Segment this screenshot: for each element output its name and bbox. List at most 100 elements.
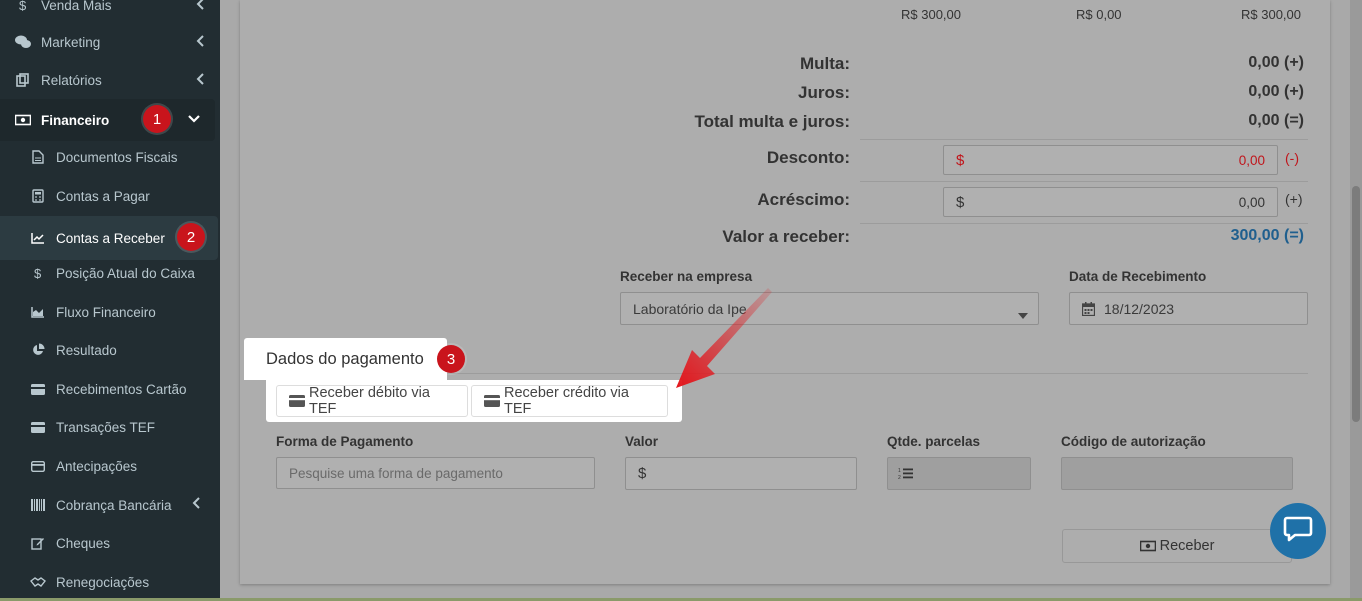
divider [860, 139, 1308, 140]
valor-a-receber-value: 300,00 (=) [1230, 227, 1304, 244]
forma-pagamento-input[interactable]: Pesquise uma forma de pagamento [276, 457, 595, 489]
data-recebimento-input[interactable]: 18/12/2023 [1069, 292, 1308, 325]
parcelas-input[interactable]: 12 [887, 457, 1031, 490]
acrescimo-value: 0,00 [1238, 195, 1265, 210]
sidebar-item-label: Contas a Receber [56, 230, 165, 246]
step-badge-2: 2 [177, 223, 205, 251]
sidebar-item-recebimentos-cartao[interactable]: Recebimentos Cartão [0, 370, 220, 408]
data-recebimento-label: Data de Recebimento [1069, 269, 1207, 284]
parcelas-label: Qtde. parcelas [887, 434, 981, 449]
sidebar-item-resultado[interactable]: Resultado [0, 331, 220, 369]
currency-symbol: $ [956, 152, 965, 169]
sidebar-item-documentos-fiscais[interactable]: Documentos Fiscais [0, 138, 220, 176]
acrescimo-input[interactable]: $ 0,00 [943, 187, 1278, 217]
sidebar-item-label: Cheques [56, 535, 111, 551]
file-icon [30, 149, 46, 165]
sidebar-item-label: Recebimentos Cartão [56, 381, 187, 397]
button-label: Receber débito via TEF [309, 385, 430, 417]
money-icon [15, 112, 31, 128]
sidebar-item-label: Resultado [56, 342, 117, 358]
sidebar-item-venda-mais[interactable]: $ Venda Mais [0, 0, 220, 24]
sidebar-item-label: Cobrança Bancária [56, 497, 172, 513]
desconto-sign: (-) [1285, 150, 1299, 166]
step-badge-1: 1 [143, 105, 171, 133]
divider [860, 181, 1308, 182]
card-outline-icon [30, 458, 46, 474]
dollar-icon: $ [30, 265, 46, 281]
handshake-icon [30, 574, 46, 590]
currency-symbol: $ [956, 194, 965, 211]
money-icon [1139, 540, 1156, 552]
calculator-icon [30, 188, 46, 204]
svg-text:2: 2 [898, 475, 901, 480]
data-recebimento-value: 18/12/2023 [1104, 301, 1175, 317]
chevron-left-icon [196, 34, 206, 51]
chat-support-button[interactable] [1270, 503, 1326, 559]
total-paid: R$ 0,00 [1076, 7, 1122, 22]
sidebar-item-fluxo-financeiro[interactable]: Fluxo Financeiro [0, 293, 220, 331]
annotation-arrow-icon [676, 288, 772, 388]
sidebar-item-label: Documentos Fiscais [56, 149, 178, 165]
credit-card-icon [30, 381, 46, 397]
caret-down-icon [1018, 306, 1028, 324]
sidebar-item-label: Fluxo Financeiro [56, 304, 156, 320]
sidebar-item-marketing[interactable]: Marketing [0, 23, 220, 61]
sidebar-item-label: Marketing [41, 34, 101, 50]
comments-icon [15, 34, 31, 50]
svg-text:$: $ [34, 266, 42, 280]
chevron-down-icon [187, 112, 201, 127]
sidebar-item-label: Venda Mais [41, 0, 112, 13]
juros-label: Juros: [798, 83, 850, 102]
button-label: Receber [1159, 538, 1215, 554]
valor-label: Valor [625, 434, 659, 449]
sidebar-item-posicao-atual-do-caixa[interactable]: $ Posição Atual do Caixa [0, 254, 220, 292]
sidebar-item-label: Posição Atual do Caixa [56, 265, 195, 281]
button-label: Receber crédito via TEF [504, 385, 629, 417]
sidebar-item-label: Renegociações [56, 574, 150, 590]
scrollbar-thumb[interactable] [1352, 186, 1360, 422]
copy-icon [15, 72, 31, 88]
credit-card-icon [289, 395, 305, 407]
valor-a-receber-label: Valor a receber: [722, 227, 850, 246]
list-ol-icon: 12 [898, 467, 913, 485]
sidebar-item-cobranca-bancaria[interactable]: Cobrança Bancária [0, 486, 220, 524]
valor-input[interactable]: $ [625, 457, 857, 490]
step-badge-3: 3 [437, 345, 465, 373]
codigo-autorizacao-input[interactable] [1061, 457, 1293, 490]
currency-symbol: $ [638, 465, 647, 482]
sidebar-item-label: Relatórios [41, 72, 102, 88]
divider [860, 223, 1308, 224]
sidebar: $ Venda Mais Marketing Relatórios Financ… [0, 0, 220, 601]
sidebar-item-renegociacoes[interactable]: Renegociações [0, 563, 220, 601]
pie-chart-icon [30, 342, 46, 358]
calendar-icon [1081, 302, 1096, 321]
sidebar-item-transacoes-tef[interactable]: Transações TEF [0, 408, 220, 446]
svg-text:$: $ [19, 0, 27, 12]
codigo-autorizacao-label: Código de autorização [1061, 434, 1206, 449]
total-open: R$ 300,00 [1241, 7, 1301, 22]
area-chart-icon [30, 304, 46, 320]
sidebar-item-relatorios[interactable]: Relatórios [0, 61, 220, 99]
desconto-input[interactable]: $ 0,00 [943, 145, 1278, 175]
scrollbar[interactable] [1350, 0, 1362, 601]
sidebar-item-label: Financeiro [41, 112, 110, 128]
edit-icon [30, 535, 46, 551]
total-multa-juros-label: Total multa e juros: [694, 112, 850, 131]
multa-label: Multa: [799, 54, 850, 73]
juros-value: 0,00 (+) [1248, 83, 1304, 100]
sidebar-item-antecipacoes[interactable]: Antecipações [0, 447, 220, 485]
receber-debito-tef-button[interactable]: Receber débito via TEF [276, 385, 468, 417]
total-multa-juros-value: 0,00 (=) [1248, 112, 1304, 129]
svg-text:1: 1 [898, 468, 901, 474]
receber-button[interactable]: Receber [1062, 529, 1292, 563]
desconto-label: Desconto: [766, 148, 850, 167]
sidebar-item-cheques[interactable]: Cheques [0, 524, 220, 562]
dollar-icon: $ [15, 0, 31, 13]
credit-card-icon [30, 419, 46, 435]
receber-credito-tef-button[interactable]: Receber crédito via TEF [471, 385, 668, 417]
sidebar-item-contas-a-pagar[interactable]: Contas a Pagar [0, 177, 220, 215]
sidebar-item-financeiro[interactable]: Financeiro [0, 99, 215, 141]
total-original: R$ 300,00 [901, 7, 961, 22]
dados-pagamento-tab[interactable]: Dados do pagamento [244, 338, 447, 380]
acrescimo-label: Acréscimo: [757, 190, 850, 209]
